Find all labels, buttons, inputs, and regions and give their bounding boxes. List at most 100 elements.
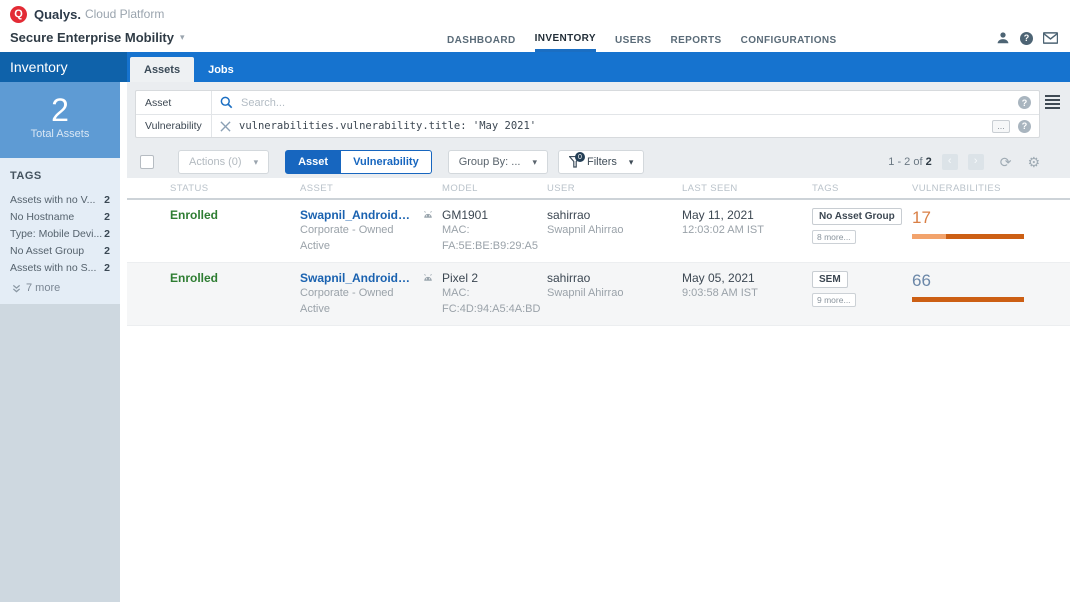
- col-vulnerabilities[interactable]: VULNERABILITIES: [904, 183, 1070, 194]
- cell-user: sahirrao Swapnil Ahirrao: [539, 208, 674, 254]
- sidebar-scrollbar[interactable]: [120, 82, 127, 602]
- total-assets-count: 2: [51, 92, 69, 128]
- vulnerability-search-label: Vulnerability: [136, 115, 212, 137]
- nav-users[interactable]: USERS: [615, 28, 651, 52]
- settings-gear-icon[interactable]: ⚙: [1027, 154, 1040, 171]
- page-prev-icon[interactable]: ‹: [941, 154, 958, 170]
- double-chevron-down-icon: [12, 284, 21, 292]
- col-tags[interactable]: TAGS: [804, 183, 904, 194]
- cell-status: Enrolled: [170, 271, 219, 285]
- primary-nav: DASHBOARD INVENTORY USERS REPORTS CONFIG…: [447, 28, 837, 52]
- tag-filter-item[interactable]: Type: Mobile Devi... 2: [10, 225, 110, 242]
- nav-reports[interactable]: REPORTS: [670, 28, 721, 52]
- tag-more-badge[interactable]: 8 more...: [812, 230, 856, 244]
- actions-button[interactable]: Actions (0) ▾: [178, 150, 270, 174]
- asset-search-input[interactable]: [241, 96, 1010, 109]
- tag-count: 2: [104, 261, 110, 274]
- user-full-name: Swapnil Ahirrao: [547, 287, 624, 299]
- tag-filter-item[interactable]: Assets with no V... 2: [10, 191, 110, 208]
- filters-badge: 0: [574, 152, 585, 162]
- tag-filter-item[interactable]: No Asset Group 2: [10, 242, 110, 259]
- col-last-seen[interactable]: LAST SEEN: [674, 183, 804, 194]
- tag-label: Assets with no V...: [10, 193, 96, 206]
- tag-more-badge[interactable]: 9 more...: [812, 293, 856, 307]
- refresh-icon[interactable]: ⟳: [1000, 154, 1012, 171]
- col-model[interactable]: MODEL: [434, 183, 539, 194]
- col-asset[interactable]: ASSET: [292, 183, 412, 194]
- search-icon: [220, 96, 233, 109]
- asset-activation: Active: [300, 240, 330, 252]
- pagination-text: 1 - 2 of 2: [888, 156, 932, 168]
- top-right-icons: ?: [996, 31, 1058, 45]
- vulnerability-search-help-icon[interactable]: ?: [1018, 119, 1031, 133]
- top-brand-bar: Q Qualys. Cloud Platform: [0, 0, 1070, 28]
- tab-jobs[interactable]: Jobs: [194, 57, 248, 82]
- table-row[interactable]: Enrolled Swapnil_Android_OnePlus Corpora…: [127, 200, 1070, 263]
- tag-label: No Hostname: [10, 210, 75, 223]
- tag-count: 2: [104, 244, 110, 257]
- select-all-checkbox[interactable]: [140, 155, 154, 169]
- asset-activation: Active: [300, 303, 330, 315]
- asset-search-row: Asset ?: [136, 91, 1039, 114]
- tag-filter-item[interactable]: No Hostname 2: [10, 208, 110, 225]
- user-icon[interactable]: [996, 31, 1010, 45]
- brand-suffix: Cloud Platform: [84, 7, 165, 21]
- total-assets-card[interactable]: 2 Total Assets: [0, 82, 120, 158]
- asset-search-label: Asset: [136, 91, 212, 114]
- filters-button[interactable]: 0 Filters ▾: [557, 150, 645, 174]
- asset-link[interactable]: Swapnil_Android_OnePlus: [300, 208, 412, 222]
- tag-badge[interactable]: SEM: [812, 271, 848, 288]
- cell-asset: Swapnil_Android_OnePlus Corporate - Owne…: [292, 208, 412, 254]
- tag-count: 2: [104, 193, 110, 206]
- toggle-vulnerability[interactable]: Vulnerability: [341, 150, 432, 174]
- nav-dashboard[interactable]: DASHBOARD: [447, 28, 516, 52]
- model-name: Pixel 2: [442, 271, 479, 285]
- filter-funnel-icon: 0: [568, 152, 585, 168]
- cell-status: Enrolled: [170, 208, 219, 222]
- severity-bar: [912, 234, 1024, 239]
- clear-query-icon[interactable]: [220, 120, 231, 132]
- group-by-select[interactable]: Group By: ... ▾: [447, 150, 548, 174]
- vulnerability-query-text[interactable]: vulnerabilities.vulnerability.title: 'Ma…: [239, 120, 984, 132]
- cell-vulnerabilities: 66: [904, 271, 1070, 317]
- tab-assets[interactable]: Assets: [130, 57, 195, 82]
- chevron-down-icon: ▾: [532, 156, 537, 167]
- vulnerability-count[interactable]: 17: [912, 208, 1070, 228]
- user-full-name: Swapnil Ahirrao: [547, 224, 624, 236]
- menu-icon[interactable]: [1045, 95, 1060, 111]
- asset-link[interactable]: Swapnil_Android_Google...: [300, 271, 412, 285]
- vulnerability-count[interactable]: 66: [912, 271, 1070, 291]
- page-next-icon[interactable]: ›: [967, 154, 984, 170]
- actions-label: Actions (0): [189, 156, 242, 168]
- chevron-down-icon: ▾: [253, 156, 259, 167]
- asset-search-help-icon[interactable]: ?: [1018, 96, 1031, 109]
- tag-label: Assets with no S...: [10, 261, 97, 274]
- module-name: Secure Enterprise Mobility: [10, 30, 174, 45]
- module-picker[interactable]: Secure Enterprise Mobility ▾: [10, 30, 185, 45]
- cell-tags: SEM 9 more...: [804, 271, 904, 317]
- help-icon[interactable]: ?: [1020, 31, 1033, 45]
- tags-show-more[interactable]: 7 more: [10, 282, 110, 294]
- tag-count: 2: [104, 210, 110, 223]
- col-user[interactable]: USER: [539, 183, 674, 194]
- cell-model: GM1901 MAC: FA:5E:BE:B9:29:A5: [434, 208, 539, 254]
- user-name: sahirrao: [547, 271, 591, 285]
- android-icon: [424, 210, 432, 218]
- nav-configurations[interactable]: CONFIGURATIONS: [741, 28, 837, 52]
- nav-inventory[interactable]: INVENTORY: [534, 28, 596, 52]
- table-row[interactable]: Enrolled Swapnil_Android_Google... Corpo…: [127, 263, 1070, 326]
- total-assets-label: Total Assets: [30, 128, 90, 140]
- mail-icon[interactable]: [1043, 32, 1058, 44]
- toggle-asset[interactable]: Asset: [285, 150, 342, 174]
- tag-count: 2: [104, 227, 110, 240]
- col-status[interactable]: STATUS: [162, 183, 292, 194]
- tag-badge[interactable]: No Asset Group: [812, 208, 902, 225]
- cell-os-icon: [412, 208, 434, 254]
- expand-query-button[interactable]: ...: [992, 119, 1010, 133]
- last-seen-time: 9:03:58 AM IST: [682, 287, 758, 299]
- tag-label: No Asset Group: [10, 244, 85, 257]
- tag-filter-item[interactable]: Assets with no S... 2: [10, 259, 110, 276]
- cell-os-icon: [412, 271, 434, 317]
- user-name: sahirrao: [547, 208, 591, 222]
- cell-last-seen: May 11, 2021 12:03:02 AM IST: [674, 208, 804, 254]
